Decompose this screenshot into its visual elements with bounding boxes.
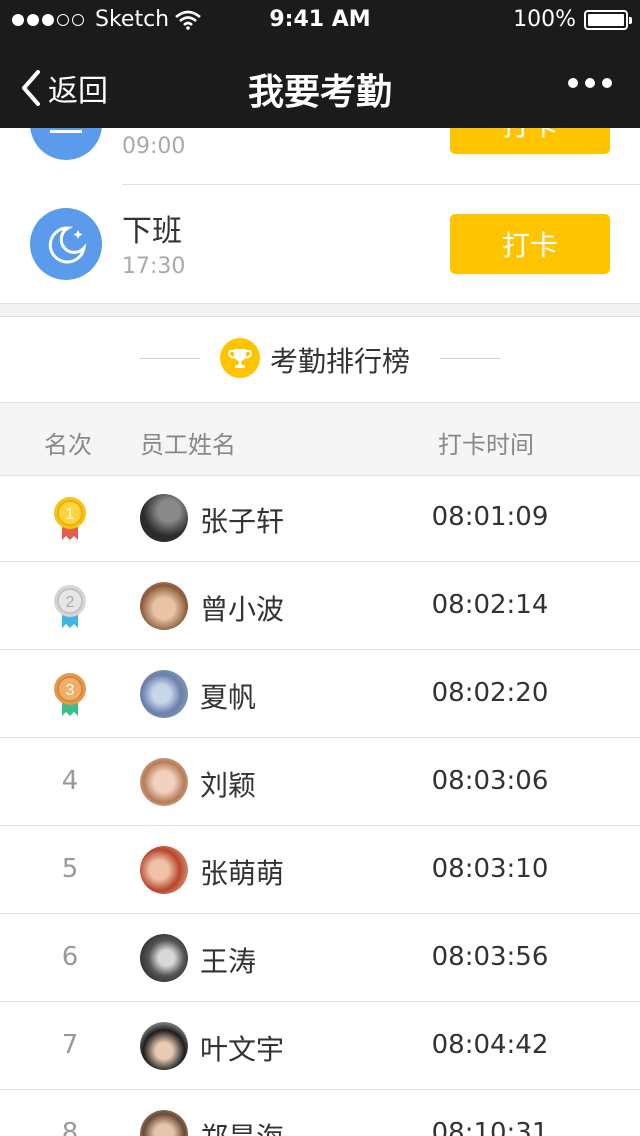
shift-time: 09:00 bbox=[122, 134, 186, 159]
punch-out-button[interactable]: 打卡 bbox=[450, 214, 610, 274]
battery-status: 100% bbox=[513, 7, 632, 32]
employee-name: 王涛 bbox=[200, 945, 257, 978]
column-header-time: 打卡时间 bbox=[438, 431, 534, 459]
status-bar: Sketch 9:41 AM 100% bbox=[0, 0, 640, 40]
table-row[interactable]: 1 张子轩 08:01:09 bbox=[0, 474, 640, 562]
more-button[interactable] bbox=[561, 78, 612, 88]
rank-number: 4 bbox=[61, 766, 79, 796]
avatar bbox=[140, 1110, 188, 1136]
avatar bbox=[140, 758, 188, 806]
medal-rank-label: 3 bbox=[66, 682, 75, 699]
table-row[interactable]: 2 曾小波 08:02:14 bbox=[0, 562, 640, 650]
avatar bbox=[140, 494, 188, 542]
punch-time: 08:03:56 bbox=[431, 942, 549, 972]
employee-name: 刘颖 bbox=[200, 769, 257, 802]
shift-name: 上班 bbox=[122, 128, 182, 130]
divider bbox=[122, 184, 640, 185]
employee-name: 张子轩 bbox=[200, 505, 285, 538]
ranking-title: 考勤排行榜 bbox=[270, 345, 411, 378]
column-header-rank: 名次 bbox=[44, 431, 92, 459]
punch-in-button[interactable]: 打卡 bbox=[450, 128, 610, 154]
table-row[interactable]: 8 郑昊海 08:10:31 bbox=[0, 1090, 640, 1136]
avatar bbox=[140, 670, 188, 718]
punch-time: 08:03:06 bbox=[431, 766, 549, 796]
more-dot-icon bbox=[602, 78, 612, 88]
divider bbox=[440, 358, 500, 359]
nav-bar: 返回 我要考勤 bbox=[0, 40, 640, 128]
employee-name: 曾小波 bbox=[200, 593, 285, 626]
avatar bbox=[140, 1022, 188, 1070]
avatar bbox=[140, 846, 188, 894]
section-separator bbox=[0, 303, 640, 317]
clock-in-icon bbox=[30, 128, 102, 160]
punch-time: 08:03:10 bbox=[431, 854, 549, 884]
page-title: 我要考勤 bbox=[247, 72, 392, 113]
rank-number: 5 bbox=[61, 854, 79, 884]
employee-name: 夏帆 bbox=[200, 681, 257, 714]
column-header-name: 员工姓名 bbox=[140, 431, 236, 459]
bronze-medal-icon: 3 bbox=[54, 673, 86, 716]
employee-name: 郑昊海 bbox=[200, 1116, 284, 1136]
rank-number: 8 bbox=[61, 1118, 79, 1136]
punch-time: 08:01:09 bbox=[431, 502, 549, 532]
punch-time: 08:10:31 bbox=[431, 1118, 549, 1136]
employee-name: 叶文宇 bbox=[200, 1033, 285, 1066]
divider bbox=[140, 358, 200, 359]
punch-time: 08:02:14 bbox=[431, 590, 549, 620]
table-row[interactable]: 4 刘颖 08:03:06 bbox=[0, 738, 640, 826]
punch-time: 08:04:42 bbox=[431, 1030, 549, 1060]
shift-time: 17:30 bbox=[122, 254, 186, 279]
shift-name: 下班 bbox=[122, 214, 182, 249]
silver-medal-icon: 2 bbox=[54, 585, 86, 628]
rank-number: 7 bbox=[61, 1030, 79, 1060]
battery-icon bbox=[584, 9, 632, 30]
ranking-list: 1 张子轩 08:01:09 2 曾小波 08:02:14 3 夏帆 08:02… bbox=[0, 474, 640, 1136]
table-header: 名次 员工姓名 打卡时间 bbox=[0, 402, 640, 476]
table-row[interactable]: 6 王涛 08:03:56 bbox=[0, 914, 640, 1002]
trophy-icon bbox=[220, 338, 260, 378]
punch-time: 08:02:20 bbox=[431, 678, 549, 708]
more-dot-icon bbox=[568, 78, 578, 88]
content-area[interactable]: 上班 09:00 打卡 下班 17:30 打卡 考勤排行榜 bbox=[0, 128, 640, 1136]
moon-icon bbox=[30, 208, 102, 280]
avatar bbox=[140, 934, 188, 982]
avatar bbox=[140, 582, 188, 630]
medal-rank-label: 1 bbox=[66, 506, 75, 523]
rank-number: 6 bbox=[61, 942, 79, 972]
shift-row-clock-in: 上班 09:00 打卡 bbox=[0, 128, 640, 184]
table-row[interactable]: 3 夏帆 08:02:20 bbox=[0, 650, 640, 738]
table-row[interactable]: 5 张萌萌 08:03:10 bbox=[0, 826, 640, 914]
more-dot-icon bbox=[585, 78, 595, 88]
gold-medal-icon: 1 bbox=[54, 497, 86, 540]
table-row[interactable]: 7 叶文宇 08:04:42 bbox=[0, 1002, 640, 1090]
medal-rank-label: 2 bbox=[66, 594, 75, 611]
employee-name: 张萌萌 bbox=[200, 857, 285, 890]
battery-percent: 100% bbox=[513, 7, 576, 32]
ranking-header: 考勤排行榜 bbox=[0, 316, 640, 402]
shift-row-clock-out: 下班 17:30 打卡 bbox=[0, 184, 640, 304]
